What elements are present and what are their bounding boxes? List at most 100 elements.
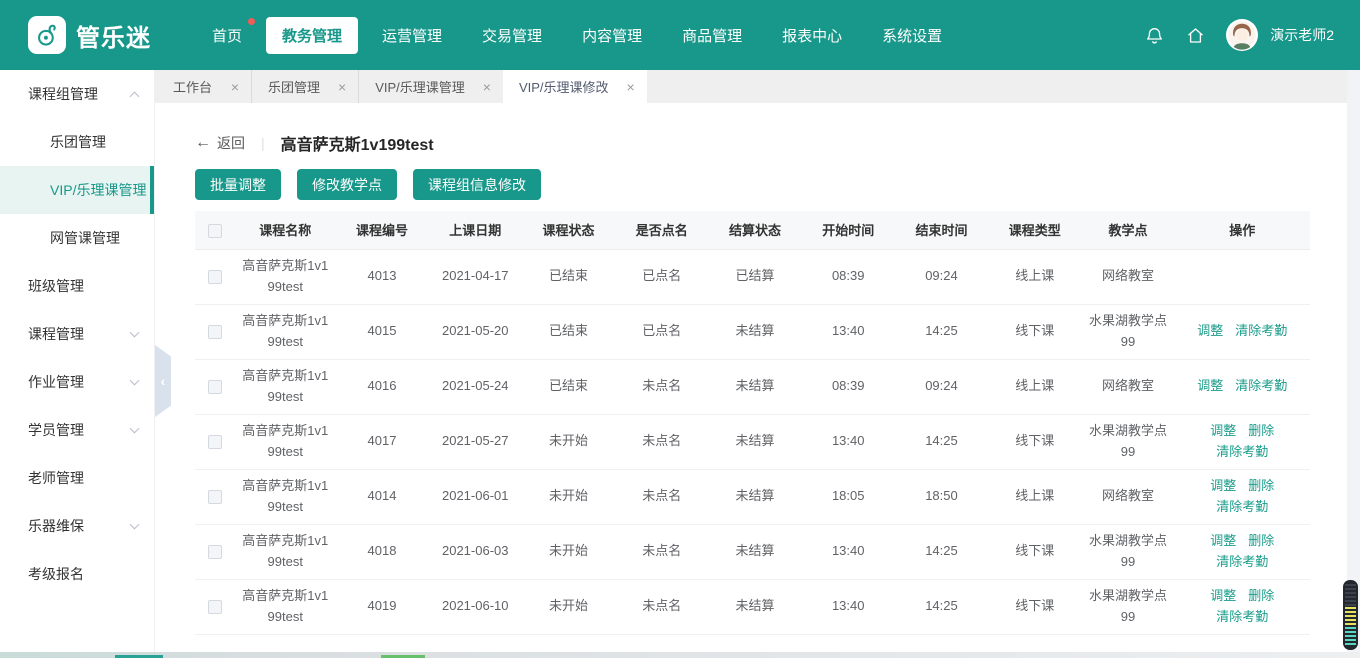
- sidebar-collapse-handle[interactable]: ‹: [155, 345, 171, 417]
- nav-item-教务管理[interactable]: 教务管理: [266, 16, 359, 54]
- table-row: 高音萨克斯1v199test 4018 2021-06-03 未开始 未点名 未…: [195, 524, 1310, 580]
- cell-start-time: 13:40: [801, 524, 895, 580]
- row-checkbox[interactable]: [208, 544, 223, 559]
- cell-date: 2021-04-17: [428, 249, 522, 305]
- sidebar-item-老师管理[interactable]: 老师管理: [0, 454, 154, 502]
- action-link-调整[interactable]: 调整: [1197, 323, 1223, 338]
- tab-VIP/乐理课管理[interactable]: VIP/乐理课管理 ×: [358, 70, 503, 103]
- action-link-清除考勤[interactable]: 清除考勤: [1216, 554, 1268, 569]
- tab-工作台[interactable]: 工作台 ×: [157, 70, 251, 103]
- sidebar-item-作业管理[interactable]: 作业管理: [0, 358, 154, 406]
- action-link-清除考勤[interactable]: 清除考勤: [1216, 444, 1268, 459]
- sidebar-item-乐团管理[interactable]: 乐团管理: [0, 118, 154, 166]
- nav-item-报表中心[interactable]: 报表中心: [766, 17, 858, 54]
- chevron-down-icon: [129, 327, 140, 337]
- cell-status: 已结束: [521, 304, 616, 360]
- sidebar-item-考级报名[interactable]: 考级报名: [0, 550, 154, 598]
- sidebar-item-VIP/乐理课管理[interactable]: VIP/乐理课管理: [0, 166, 154, 214]
- column-header-教学点: 教学点: [1081, 211, 1175, 250]
- select-all-checkbox[interactable]: [208, 223, 223, 238]
- cell-start-time: 13:40: [801, 304, 895, 360]
- back-button[interactable]: ← 返回: [195, 133, 245, 153]
- cell-status: 已结束: [521, 359, 616, 415]
- close-icon[interactable]: ×: [231, 80, 239, 94]
- nav-item-交易管理[interactable]: 交易管理: [466, 17, 558, 54]
- username[interactable]: 演示老师2: [1270, 25, 1334, 45]
- cell-end-time: 14:25: [894, 524, 989, 580]
- cell-settle: 未结算: [708, 579, 802, 635]
- sidebar-item-课程组管理[interactable]: 课程组管理: [0, 70, 154, 118]
- cell-status: 未开始: [521, 469, 616, 525]
- nav-item-运营管理[interactable]: 运营管理: [366, 17, 458, 54]
- action-link-删除[interactable]: 删除: [1248, 588, 1274, 603]
- cell-course-name: 高音萨克斯1v199test: [235, 579, 336, 635]
- cell-course-name: 高音萨克斯1v199test: [235, 304, 336, 360]
- cell-course-id: 4015: [335, 304, 429, 360]
- page-header: ← 返回 | 高音萨克斯1v199test: [195, 131, 434, 155]
- back-arrow-icon: ←: [195, 134, 211, 151]
- button-批量调整[interactable]: 批量调整: [195, 169, 281, 200]
- cell-settle: 未结算: [708, 414, 802, 470]
- close-icon[interactable]: ×: [483, 80, 491, 94]
- row-checkbox[interactable]: [208, 489, 223, 504]
- header-checkbox-cell: [195, 211, 236, 250]
- avatar[interactable]: [1226, 19, 1259, 51]
- vertical-scrollbar[interactable]: [1347, 70, 1360, 658]
- action-link-删除[interactable]: 删除: [1248, 423, 1274, 438]
- sidebar-item-网管课管理[interactable]: 网管课管理: [0, 214, 154, 262]
- sidebar-item-乐器维保[interactable]: 乐器维保: [0, 502, 154, 550]
- action-link-调整[interactable]: 调整: [1210, 533, 1236, 548]
- sidebar-item-课程管理[interactable]: 课程管理: [0, 310, 154, 358]
- row-checkbox[interactable]: [208, 324, 223, 339]
- cell-rollcall: 未点名: [615, 359, 709, 415]
- horizontal-scrollbar[interactable]: [0, 652, 1360, 658]
- chevron-up-icon: [129, 91, 140, 101]
- action-link-调整[interactable]: 调整: [1197, 378, 1223, 393]
- button-修改教学点[interactable]: 修改教学点: [297, 169, 397, 200]
- cell-course-id: 4018: [335, 524, 429, 580]
- bell-icon[interactable]: [1144, 25, 1165, 46]
- cell-site: 水果湖教学点99: [1081, 304, 1175, 360]
- cell-date: 2021-05-27: [428, 414, 522, 470]
- row-checkbox[interactable]: [208, 434, 223, 449]
- action-link-调整[interactable]: 调整: [1210, 588, 1236, 603]
- nav-item-内容管理[interactable]: 内容管理: [566, 17, 658, 54]
- home-icon[interactable]: [1185, 25, 1206, 46]
- sidebar: 课程组管理 乐团管理 VIP/乐理课管理 网管课管理 班级管理 课程管理 作业管…: [0, 70, 155, 658]
- nav-item-系统设置[interactable]: 系统设置: [866, 17, 958, 54]
- sidebar-item-班级管理[interactable]: 班级管理: [0, 262, 154, 310]
- cell-settle: 未结算: [708, 304, 802, 360]
- cell-site: 水果湖教学点99: [1081, 524, 1175, 580]
- cell-actions: 调整 删除清除考勤: [1174, 579, 1310, 635]
- cell-course-name: 高音萨克斯1v199test: [235, 249, 336, 305]
- sidebar-item-学员管理[interactable]: 学员管理: [0, 406, 154, 454]
- cell-settle: 未结算: [708, 524, 802, 580]
- nav-item-商品管理[interactable]: 商品管理: [666, 17, 758, 54]
- cell-site: 水果湖教学点99: [1081, 414, 1175, 470]
- nav-item-首页[interactable]: 首页: [196, 17, 258, 54]
- row-checkbox[interactable]: [208, 269, 223, 284]
- tab-乐团管理[interactable]: 乐团管理 ×: [251, 70, 358, 103]
- action-link-删除[interactable]: 删除: [1248, 478, 1274, 493]
- action-link-清除考勤[interactable]: 清除考勤: [1235, 378, 1287, 393]
- chevron-down-icon: [129, 375, 140, 385]
- action-link-清除考勤[interactable]: 清除考勤: [1216, 499, 1268, 514]
- app-title: 管乐迷: [76, 24, 151, 52]
- cell-course-type: 线下课: [988, 579, 1082, 635]
- striped-extension-widget[interactable]: [1343, 580, 1358, 650]
- close-icon[interactable]: ×: [627, 80, 635, 94]
- row-checkbox[interactable]: [208, 599, 223, 614]
- action-link-删除[interactable]: 删除: [1248, 533, 1274, 548]
- button-课程组信息修改[interactable]: 课程组信息修改: [413, 169, 541, 200]
- action-link-清除考勤[interactable]: 清除考勤: [1216, 609, 1268, 624]
- action-link-调整[interactable]: 调整: [1210, 478, 1236, 493]
- action-link-调整[interactable]: 调整: [1210, 423, 1236, 438]
- cell-course-type: 线上课: [988, 469, 1082, 525]
- table-row: 高音萨克斯1v199test 4013 2021-04-17 已结束 已点名 已…: [195, 249, 1310, 305]
- close-icon[interactable]: ×: [338, 80, 346, 94]
- cell-status: 已结束: [521, 249, 616, 305]
- row-checkbox[interactable]: [208, 379, 223, 394]
- tab-VIP/乐理课修改[interactable]: VIP/乐理课修改 ×: [502, 70, 647, 103]
- action-link-清除考勤[interactable]: 清除考勤: [1235, 323, 1287, 338]
- table-row: 高音萨克斯1v199test 4015 2021-05-20 已结束 已点名 未…: [195, 304, 1310, 360]
